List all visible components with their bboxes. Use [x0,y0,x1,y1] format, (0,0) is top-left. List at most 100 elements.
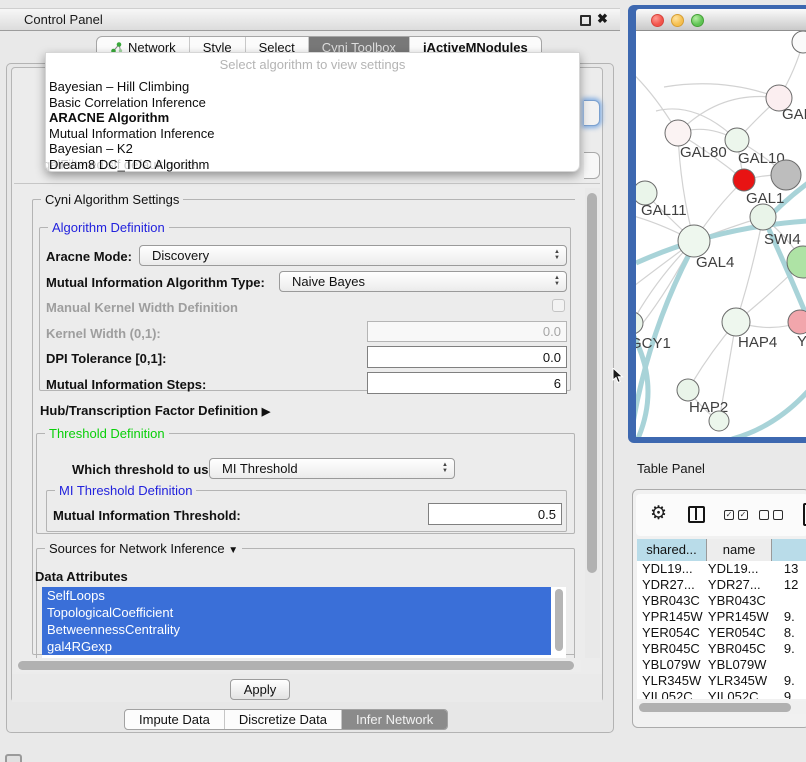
network-edge[interactable] [636,241,694,339]
hub-definition-toggle[interactable]: Hub/Transcription Factor Definition ▶ [40,403,270,418]
table-panel-title: Table Panel [637,461,705,476]
gear-icon[interactable]: ⚙ [650,502,667,525]
sources-group: Sources for Network Inference ▼ Data Att… [36,548,575,658]
column-layout-icon[interactable] [688,506,705,523]
node-label: GCY1 [636,335,671,352]
algorithm-option[interactable]: Bayesian – K2 [49,141,214,157]
table-cell: YDR27... [637,577,707,593]
network-view-window[interactable]: GALGAL80GAL10GAL1GAL11SWI4GAL4GCY1HAP4YH… [628,5,806,443]
collapse-down-icon[interactable]: ▼ [228,545,238,556]
inference-algorithm-select-fragment[interactable] [584,100,600,126]
settings-horizontal-scrollbar[interactable] [16,660,581,672]
which-threshold-value: MI Threshold [222,461,298,476]
network-node-hap2[interactable] [677,379,699,401]
dpi-tolerance-field[interactable]: 0.0 [367,346,567,368]
data-attribute-item[interactable]: gal4RGexp [42,638,551,655]
table-cell: 9. [772,673,806,689]
algorithm-list: Bayesian – Hill ClimbingBasic Correlatio… [49,79,214,173]
mi-threshold-field[interactable]: 0.5 [428,503,562,525]
settings-viewport: Cyni Algorithm Settings Algorithm Defini… [16,188,575,658]
float-window-icon[interactable] [580,15,591,26]
network-node[interactable] [792,31,806,53]
network-edge-thick[interactable] [732,389,806,437]
apply-button[interactable]: Apply [230,679,290,700]
network-node-gal4[interactable] [678,225,710,257]
control-panel: Control Panel ✖ NetworkStyleSelectCyni T… [0,0,620,762]
stepper-icon: ▲▼ [442,462,448,474]
network-node-y[interactable] [788,310,806,334]
network-node-gal10[interactable] [725,128,749,152]
scrollbar-thumb[interactable] [18,661,574,670]
algorithm-option[interactable]: Basic Correlation Inference [49,95,214,111]
minimize-traffic-light-icon[interactable] [671,14,684,27]
checked-checkbox-icon: ✓ [738,510,748,520]
table-row[interactable]: YIL052CYIL052C9. [637,689,806,699]
table-cell: YBR043C [707,593,772,609]
network-select-fragment[interactable] [584,152,600,179]
table-horizontal-scrollbar[interactable] [637,701,806,714]
column-header[interactable]: name [707,539,772,561]
mi-steps-field[interactable]: 6 [367,372,567,394]
aracne-mode-value: Discovery [152,248,209,263]
algorithm-option[interactable]: Bayesian – Hill Climbing [49,79,214,95]
table-cell: 9. [772,689,806,699]
table-row[interactable]: YPR145WYPR145W9. [637,609,806,625]
deselect-all-icon[interactable] [759,510,783,520]
data-attribute-item[interactable]: TopologicalCoefficient [42,604,551,621]
network-window-titlebar[interactable] [636,9,806,31]
table-row[interactable]: YER054CYER054C8. [637,625,806,641]
table-row[interactable]: YLR345WYLR345W9. [637,673,806,689]
collapsed-panel-fragment[interactable] [5,754,22,762]
data-attribute-item[interactable]: SelfLoops [42,587,551,604]
algorithm-option[interactable]: ARACNE Algorithm [49,110,214,126]
mi-type-label: Mutual Information Algorithm Type: [46,275,265,290]
table-cell: YER054C [707,625,772,641]
close-traffic-light-icon[interactable] [651,14,664,27]
algorithm-option[interactable]: Dream8 DC_TDC Algorithm [49,157,214,173]
network-node-swi4[interactable] [750,204,776,230]
tab-impute-data[interactable]: Impute Data [125,710,225,729]
sources-title-text: Sources for Network Inference [49,541,225,556]
network-node[interactable] [771,160,801,190]
aracne-mode-select[interactable]: Discovery ▲▼ [139,245,567,266]
mi-type-select[interactable]: Naive Bayes ▲▼ [279,271,567,292]
list-scrollbar-thumb[interactable] [555,589,563,651]
network-node-gal1[interactable] [733,169,755,191]
zoom-traffic-light-icon[interactable] [691,14,704,27]
table-row[interactable]: YBR043CYBR043C [637,593,806,609]
scrollbar-thumb[interactable] [587,193,597,573]
select-all-icon[interactable]: ✓ ✓ [724,510,748,520]
network-canvas[interactable]: GALGAL80GAL10GAL1GAL11SWI4GAL4GCY1HAP4YH… [636,31,806,437]
bottom-tabbar: Impute DataDiscretize DataInfer Network [124,709,448,730]
network-node[interactable] [709,411,729,431]
table-row[interactable]: YDR27...YDR27...12 [637,577,806,593]
table-row[interactable]: YDL19...YDL19...13 [637,561,806,577]
table-row[interactable]: YBR045CYBR045C9. [637,641,806,657]
table-cell: YBR045C [707,641,772,657]
mi-steps-value: 6 [554,376,561,391]
kernel-width-value: 0.0 [543,324,561,339]
data-attribute-item[interactable]: BetweennessCentrality [42,621,551,638]
settings-vertical-scrollbar[interactable] [585,188,600,658]
column-header[interactable] [772,539,806,561]
kernel-width-field[interactable]: 0.0 [367,321,567,342]
scrollbar-thumb[interactable] [639,703,791,712]
network-node-gal80[interactable] [665,120,691,146]
network-edge[interactable] [736,217,763,322]
algorithm-option[interactable]: Mutual Information Inference [49,126,214,142]
column-header[interactable]: shared... [637,539,707,561]
network-edge[interactable] [678,96,779,133]
table-cell: YBR043C [637,593,707,609]
tab-infer-network[interactable]: Infer Network [342,710,447,729]
manual-kernel-checkbox[interactable] [552,299,565,312]
network-node-hap4[interactable] [722,308,750,336]
network-node-gcy1[interactable] [636,312,643,334]
data-attributes-list[interactable]: SelfLoopsTopologicalCoefficientBetweenne… [42,587,566,658]
which-threshold-select[interactable]: MI Threshold ▲▼ [209,458,455,479]
mouse-cursor [612,368,626,384]
table-row[interactable]: YBL079WYBL079W [637,657,806,673]
tab-discretize-data[interactable]: Discretize Data [225,710,342,729]
close-icon[interactable]: ✖ [597,11,608,27]
cyni-algorithm-settings-title: Cyni Algorithm Settings [41,192,183,207]
network-edge[interactable] [664,84,779,98]
